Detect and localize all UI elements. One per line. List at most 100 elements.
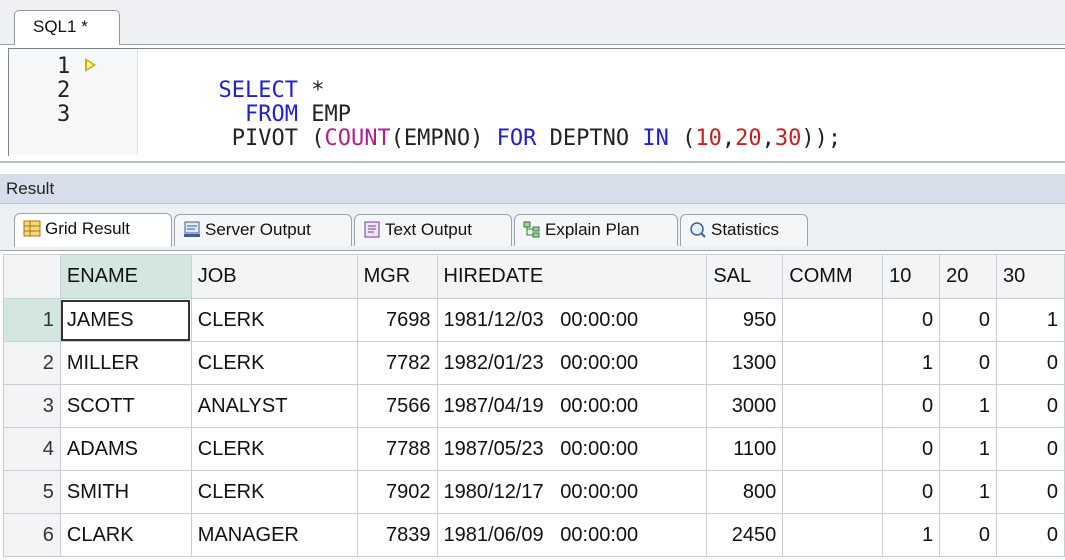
cell-ename[interactable]: CLARK <box>59 513 192 557</box>
cell-comm[interactable] <box>782 470 884 514</box>
tab-server-output[interactable]: Server Output <box>174 214 352 246</box>
column-header-comm[interactable]: COMM <box>782 254 884 299</box>
cell-sal[interactable]: 800 <box>706 470 784 514</box>
cell-dept-10[interactable]: 1 <box>882 341 941 385</box>
result-tab-strip: Grid Result Server Output Text Output Ex… <box>0 204 1065 250</box>
cell-comm[interactable] <box>782 341 884 385</box>
cell-dept-20[interactable]: 1 <box>939 384 998 428</box>
cell-dept-10[interactable]: 1 <box>882 513 941 557</box>
cell-mgr[interactable]: 7788 <box>356 427 438 471</box>
cell-comm[interactable] <box>782 427 884 471</box>
cell-job[interactable]: CLERK <box>190 341 358 385</box>
result-grid[interactable]: ENAME JOB MGR HIREDATE SAL COMM 10 20 30… <box>3 254 1065 557</box>
cell-hiredate[interactable]: 1981/06/09 00:00:00 <box>436 513 708 557</box>
cell-dept-10[interactable]: 0 <box>882 470 941 514</box>
row-number[interactable]: 1 <box>3 298 61 342</box>
cell-sal[interactable]: 1100 <box>706 427 784 471</box>
line-number: 1 <box>57 54 71 79</box>
cell-dept-30[interactable]: 1 <box>996 298 1065 342</box>
cell-mgr[interactable]: 7782 <box>356 341 438 385</box>
cell-sal[interactable]: 2450 <box>706 513 784 557</box>
line-number-gutter: 1 2 3 <box>9 49 138 155</box>
cell-ename[interactable]: ADAMS <box>59 427 192 471</box>
cell-job[interactable]: ANALYST <box>190 384 358 428</box>
cell-hiredate[interactable]: 1980/12/17 00:00:00 <box>436 470 708 514</box>
code-token: 30 <box>774 126 802 151</box>
tab-statistics[interactable]: Statistics <box>680 214 808 246</box>
cell-hiredate[interactable]: 1987/04/19 00:00:00 <box>436 384 708 428</box>
cell-dept-30[interactable]: 0 <box>996 513 1065 557</box>
cell-sal[interactable]: 3000 <box>706 384 784 428</box>
column-header-sal[interactable]: SAL <box>706 254 784 299</box>
cell-dept-30[interactable]: 0 <box>996 427 1065 471</box>
column-header-hiredate[interactable]: HIREDATE <box>436 254 708 299</box>
cell-sal[interactable]: 950 <box>706 298 784 342</box>
editor-tab-label: SQL1 * <box>33 17 88 36</box>
code-line-3[interactable]: PIVOT (COUNT(EMPNO) FOR DEPTNO IN (10,20… <box>139 103 841 175</box>
cell-job[interactable]: CLERK <box>190 427 358 471</box>
tab-grid-result[interactable]: Grid Result <box>14 213 172 247</box>
row-number[interactable]: 6 <box>3 513 61 557</box>
cell-comm[interactable] <box>782 513 884 557</box>
cell-mgr[interactable]: 7902 <box>356 470 438 514</box>
cell-dept-10[interactable]: 0 <box>882 427 941 471</box>
column-header-mgr[interactable]: MGR <box>356 254 438 299</box>
sql-editor[interactable]: 1 2 3 SELECT * FROM EMP PIVOT (COUNT(EMP… <box>0 45 1065 163</box>
column-header-10[interactable]: 10 <box>882 254 941 299</box>
table-row[interactable]: 6 CLARK MANAGER 7839 1981/06/09 00:00:00… <box>3 513 1065 557</box>
cell-dept-20[interactable]: 0 <box>939 298 998 342</box>
row-number[interactable]: 5 <box>3 470 61 514</box>
cell-mgr[interactable]: 7839 <box>356 513 438 557</box>
cell-job[interactable]: MANAGER <box>190 513 358 557</box>
cell-dept-30[interactable]: 0 <box>996 470 1065 514</box>
line-number: 3 <box>57 102 71 127</box>
code-token: (EMPNO) <box>390 126 497 151</box>
cell-mgr[interactable]: 7698 <box>356 298 438 342</box>
tab-label: Grid Result <box>45 219 131 238</box>
cell-ename[interactable]: JAMES <box>59 298 192 342</box>
result-panel-header: Result <box>0 174 1065 204</box>
cell-ename[interactable]: SMITH <box>59 470 192 514</box>
row-number[interactable]: 4 <box>3 427 61 471</box>
cell-dept-20[interactable]: 1 <box>939 470 998 514</box>
column-header-job[interactable]: JOB <box>190 254 358 299</box>
row-number[interactable]: 3 <box>3 384 61 428</box>
cell-dept-30[interactable]: 0 <box>996 341 1065 385</box>
cell-mgr[interactable]: 7566 <box>356 384 438 428</box>
cell-hiredate[interactable]: 1982/01/23 00:00:00 <box>436 341 708 385</box>
tab-explain-plan[interactable]: Explain Plan <box>514 214 678 246</box>
table-row[interactable]: 4 ADAMS CLERK 7788 1987/05/23 00:00:00 1… <box>3 427 1065 471</box>
code-token: 20 <box>735 126 762 151</box>
sql-editor-area[interactable]: 1 2 3 SELECT * FROM EMP PIVOT (COUNT(EMP… <box>8 48 1065 156</box>
cell-ename[interactable]: SCOTT <box>59 384 192 428</box>
cell-dept-10[interactable]: 0 <box>882 384 941 428</box>
cell-ename[interactable]: MILLER <box>59 341 192 385</box>
grid-result-area[interactable]: ENAME JOB MGR HIREDATE SAL COMM 10 20 30… <box>0 250 1065 560</box>
table-row[interactable]: 2 MILLER CLERK 7782 1982/01/23 00:00:00 … <box>3 341 1065 385</box>
cell-dept-20[interactable]: 0 <box>939 341 998 385</box>
table-row[interactable]: 5 SMITH CLERK 7902 1980/12/17 00:00:00 8… <box>3 470 1065 514</box>
table-row[interactable]: 3 SCOTT ANALYST 7566 1987/04/19 00:00:00… <box>3 384 1065 428</box>
cell-dept-30[interactable]: 0 <box>996 384 1065 428</box>
cell-comm[interactable] <box>782 384 884 428</box>
column-header-20[interactable]: 20 <box>939 254 998 299</box>
cell-job[interactable]: CLERK <box>190 298 358 342</box>
table-row[interactable]: 1 JAMES CLERK 7698 1981/12/03 00:00:00 9… <box>3 298 1065 342</box>
column-header-ename[interactable]: ENAME <box>59 254 192 299</box>
column-header-30[interactable]: 30 <box>996 254 1065 299</box>
server-output-icon <box>184 221 200 237</box>
row-number[interactable]: 2 <box>3 341 61 385</box>
cell-comm[interactable] <box>782 298 884 342</box>
cell-job[interactable]: CLERK <box>190 470 358 514</box>
tab-text-output[interactable]: Text Output <box>354 214 512 246</box>
cell-sal[interactable]: 1300 <box>706 341 784 385</box>
cell-dept-20[interactable]: 0 <box>939 513 998 557</box>
code-token: DEPTNO <box>536 126 643 151</box>
editor-tab-sql1[interactable]: SQL1 * <box>14 10 120 45</box>
cell-hiredate[interactable]: 1987/05/23 00:00:00 <box>436 427 708 471</box>
cell-hiredate[interactable]: 1981/12/03 00:00:00 <box>436 298 708 342</box>
grid-corner[interactable] <box>3 254 61 299</box>
tab-label: Explain Plan <box>545 220 640 239</box>
cell-dept-10[interactable]: 0 <box>882 298 941 342</box>
cell-dept-20[interactable]: 1 <box>939 427 998 471</box>
